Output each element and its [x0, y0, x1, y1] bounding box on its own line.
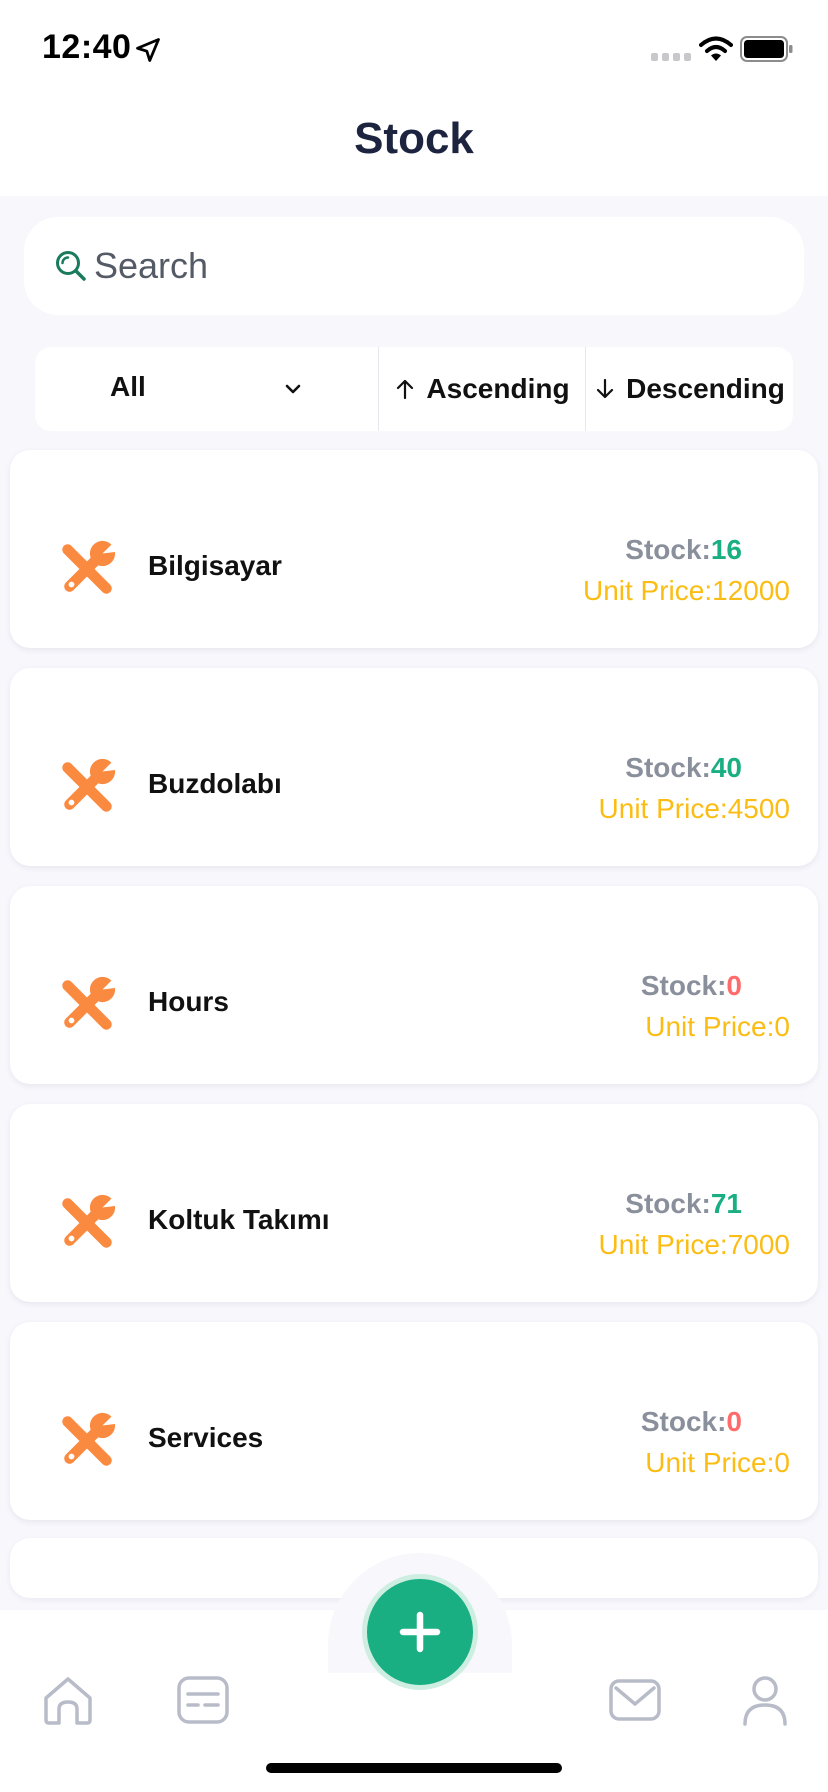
unit-price: Unit Price:12000: [582, 575, 790, 606]
search-input[interactable]: [94, 239, 774, 293]
tools-icon: [62, 757, 118, 812]
stock-count: Stock:71: [625, 1188, 742, 1219]
cellular-signal-icon: [651, 53, 691, 61]
unit-price: Unit Price:7000: [598, 1229, 790, 1260]
page-title: Stock: [354, 114, 474, 163]
stock-item-card[interactable]: Services Stock:0 Unit Price:0: [10, 1322, 818, 1520]
unit-price: Unit Price:0: [645, 1447, 790, 1478]
filter-bar: All Ascending Descending: [35, 347, 793, 431]
unit-price: Unit Price:4500: [598, 793, 790, 824]
unit-price-value: 7000: [727, 1229, 790, 1260]
stock-item-card[interactable]: Buzdolabı Stock:40 Unit Price:4500: [10, 668, 818, 866]
stock-value: 40: [710, 752, 742, 783]
item-details: Stock:16 Unit Price:12000: [583, 530, 790, 612]
item-name: Bilgisayar: [148, 550, 282, 581]
tools-icon: [62, 1193, 118, 1248]
user-icon[interactable]: [737, 1672, 793, 1728]
header: Stock: [0, 96, 828, 196]
chevron-down-icon: [285, 384, 301, 394]
stock-value: 0: [726, 1406, 742, 1437]
mail-icon[interactable]: [607, 1672, 663, 1728]
item-name: Koltuk Takımı: [148, 1204, 330, 1235]
tools-icon: [62, 539, 118, 594]
stock-item-card[interactable]: Koltuk Takımı Stock:71 Unit Price:7000: [10, 1104, 818, 1302]
stock-count: Stock:0: [640, 970, 742, 1001]
tools-icon: [62, 1411, 118, 1466]
status-time: 12:40: [42, 28, 132, 66]
item-details: Stock:0 Unit Price:0: [641, 1402, 790, 1484]
arrow-down-icon: [597, 378, 614, 399]
sort-descending-button[interactable]: Descending: [586, 347, 793, 431]
item-details: Stock:40 Unit Price:4500: [599, 748, 790, 830]
location-arrow-icon: [136, 38, 160, 62]
stock-item-card[interactable]: Hours Stock:0 Unit Price:0: [10, 886, 818, 1084]
unit-price: Unit Price:0: [645, 1011, 790, 1042]
stock-count: Stock:40: [625, 752, 742, 783]
add-item-button[interactable]: [362, 1574, 478, 1690]
item-details: Stock:0 Unit Price:0: [641, 966, 790, 1048]
stock-screen: 12:40 Stock Search All Ascending Descend…: [0, 0, 828, 1792]
sort-ascending-label: Ascending: [426, 373, 570, 404]
item-name: Buzdolabı: [148, 768, 282, 799]
stock-count: Stock:0: [640, 1406, 742, 1437]
unit-price-value: 12000: [712, 575, 790, 606]
search-icon: [56, 251, 86, 281]
stock-count: Stock:16: [625, 534, 742, 565]
sort-descending-label: Descending: [626, 373, 785, 404]
category-select-value: All: [110, 371, 146, 402]
stock-value: 0: [726, 970, 742, 1001]
category-select[interactable]: All: [35, 347, 379, 431]
item-name: Hours: [148, 986, 229, 1017]
plus-icon: [399, 1611, 441, 1653]
home-indicator: [266, 1763, 562, 1773]
item-details: Stock:71 Unit Price:7000: [599, 1184, 790, 1266]
stock-value: 71: [710, 1188, 742, 1219]
unit-price-value: 0: [774, 1011, 790, 1042]
battery-icon: [740, 36, 793, 62]
unit-price-value: 0: [774, 1447, 790, 1478]
stock-value: 16: [710, 534, 742, 565]
search-box[interactable]: [24, 217, 804, 315]
home-icon[interactable]: [40, 1672, 96, 1728]
tools-icon: [62, 975, 118, 1030]
stock-item-card[interactable]: Bilgisayar Stock:16 Unit Price:12000: [10, 450, 818, 648]
status-bar: 12:40: [0, 0, 828, 96]
arrow-up-icon: [397, 379, 414, 400]
item-name: Services: [148, 1422, 264, 1453]
sort-ascending-button[interactable]: Ascending: [379, 347, 586, 431]
stock-list: Bilgisayar Stock:16 Unit Price:12000 Buz…: [10, 450, 818, 1540]
unit-price-value: 4500: [727, 793, 790, 824]
list-card-icon[interactable]: [175, 1672, 231, 1728]
wifi-icon: [699, 36, 733, 61]
